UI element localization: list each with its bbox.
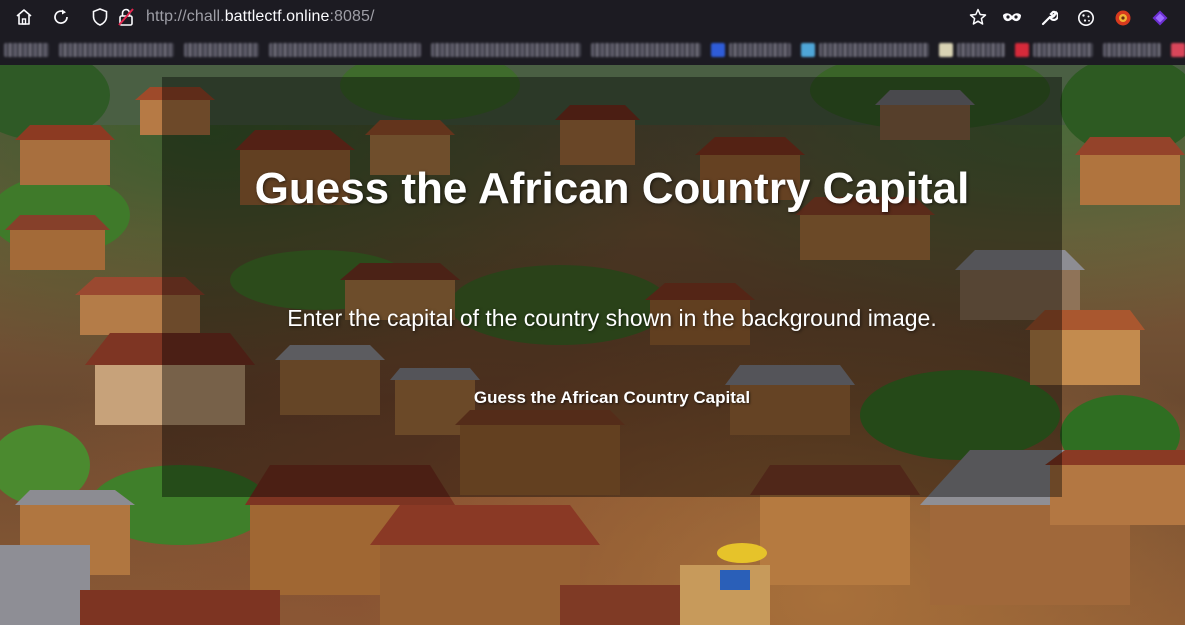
- bookmark-favicon: [711, 43, 725, 57]
- bookmark-item[interactable]: [269, 43, 421, 57]
- home-icon[interactable]: [13, 6, 35, 28]
- bookmark-item[interactable]: [591, 43, 701, 57]
- wrench-icon[interactable]: [1037, 6, 1061, 30]
- form-title: Guess the African Country Capital: [473, 388, 751, 407]
- bookmark-favicon: [1171, 43, 1185, 57]
- url-bar[interactable]: http://chall.battlectf.online:8085/: [80, 2, 995, 32]
- bookmark-item[interactable]: [729, 43, 791, 57]
- bookmark-item[interactable]: [1103, 43, 1161, 57]
- background-image: Guess the African Country Capital Enter …: [0, 65, 1185, 625]
- shield-icon[interactable]: [92, 8, 108, 26]
- bookmark-item[interactable]: [431, 43, 581, 57]
- page-subtitle: Enter the capital of the country shown i…: [287, 305, 937, 331]
- bookmarks-bar: [0, 35, 1185, 65]
- extension-red-icon[interactable]: [1111, 6, 1135, 30]
- toolbar-extensions: [1000, 0, 1185, 35]
- bookmark-item[interactable]: [184, 43, 259, 57]
- url-prefix: http://chall.: [146, 8, 225, 25]
- bookmark-favicon: [939, 43, 953, 57]
- url-suffix: :8085/: [329, 8, 375, 25]
- bookmark-star-icon[interactable]: [969, 8, 987, 26]
- cookie-icon[interactable]: [1074, 6, 1098, 30]
- extension-purple-icon[interactable]: [1148, 6, 1172, 30]
- bookmark-item[interactable]: [819, 43, 929, 57]
- bookmark-item[interactable]: [59, 43, 174, 57]
- bookmark-favicon: [1015, 43, 1029, 57]
- bookmark-item[interactable]: [4, 43, 49, 57]
- bookmark-item[interactable]: [1033, 43, 1093, 57]
- page-title: Guess the African Country Capital: [254, 164, 970, 213]
- bookmark-favicon: [801, 43, 815, 57]
- bookmark-item[interactable]: [957, 43, 1005, 57]
- insecure-lock-icon[interactable]: [118, 8, 134, 26]
- url-host: battlectf.online: [224, 8, 330, 25]
- url-text[interactable]: http://chall.battlectf.online:8085/: [146, 8, 375, 26]
- content-overlay: [162, 77, 1062, 497]
- browser-toolbar: http://chall.battlectf.online:8085/: [0, 0, 1185, 35]
- mask-extension-icon[interactable]: [1000, 6, 1024, 30]
- reload-icon[interactable]: [50, 6, 72, 28]
